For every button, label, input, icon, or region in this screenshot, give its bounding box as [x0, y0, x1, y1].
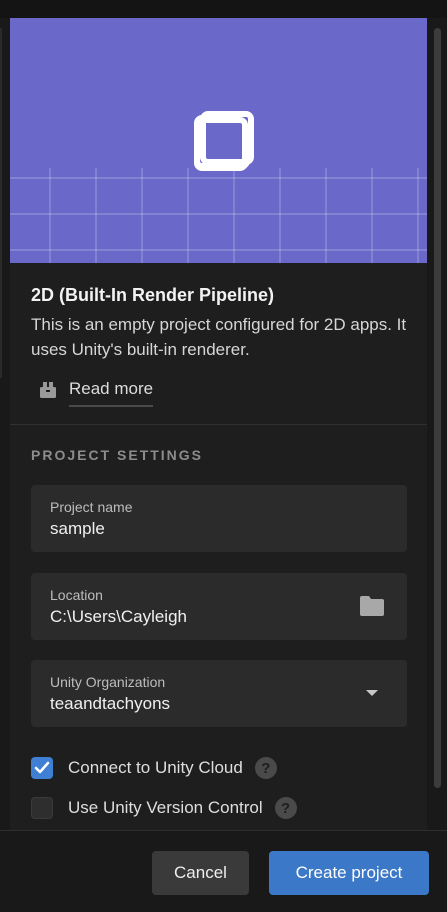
project-settings-heading: PROJECT SETTINGS: [31, 447, 204, 463]
cancel-button[interactable]: Cancel: [152, 851, 249, 895]
version-control-row[interactable]: Use Unity Version Control ?: [31, 796, 297, 820]
help-icon[interactable]: ?: [254, 757, 277, 779]
folder-icon[interactable]: [359, 595, 385, 617]
project-name-field[interactable]: Project name sample: [31, 485, 407, 552]
read-more-link[interactable]: Read more: [31, 374, 154, 407]
left-panel-divider: [0, 28, 2, 378]
create-project-button[interactable]: Create project: [269, 851, 429, 895]
chevron-down-icon[interactable]: [365, 689, 379, 697]
scrollbar[interactable]: [430, 18, 447, 830]
connect-cloud-row[interactable]: Connect to Unity Cloud ?: [31, 756, 277, 780]
version-control-label[interactable]: Use Unity Version Control: [68, 798, 263, 818]
package-icon: [40, 382, 56, 398]
project-name-input[interactable]: sample: [50, 519, 105, 539]
connect-cloud-checkbox[interactable]: [31, 757, 53, 779]
location-input[interactable]: C:\Users\Cayleigh: [50, 607, 187, 627]
2d-square-icon: [194, 111, 254, 171]
hero-grid-illustration: [10, 111, 427, 263]
project-name-label: Project name: [50, 499, 133, 515]
organization-dropdown[interactable]: Unity Organization teaandtachyons: [31, 660, 407, 727]
template-details-panel: 2D (Built-In Render Pipeline) This is an…: [10, 18, 427, 830]
top-bar: [0, 0, 447, 18]
section-divider: [10, 424, 427, 425]
template-title: 2D (Built-In Render Pipeline): [31, 285, 275, 305]
connect-cloud-label[interactable]: Connect to Unity Cloud: [68, 758, 243, 778]
checkmark-icon: [34, 761, 50, 774]
left-panel-edge: [0, 18, 10, 830]
version-control-checkbox[interactable]: [31, 797, 53, 819]
dialog-footer: Cancel Create project: [0, 830, 447, 912]
read-more-label[interactable]: Read more: [69, 379, 154, 407]
help-icon[interactable]: ?: [274, 797, 297, 819]
location-label: Location: [50, 587, 103, 603]
template-preview-image: [10, 18, 427, 263]
location-field[interactable]: Location C:\Users\Cayleigh: [31, 573, 407, 640]
organization-label: Unity Organization: [50, 674, 166, 690]
template-description: This is an empty project configured for …: [31, 315, 407, 359]
organization-value[interactable]: teaandtachyons: [50, 694, 170, 714]
scrollbar-thumb[interactable]: [434, 28, 441, 788]
